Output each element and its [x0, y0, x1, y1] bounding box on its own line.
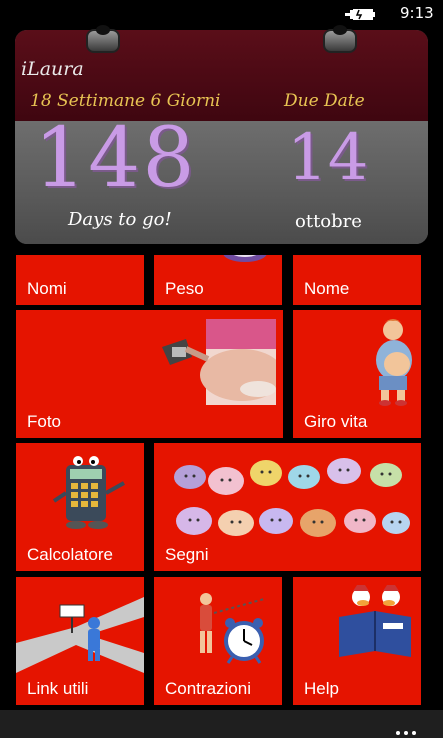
app-bar: [0, 710, 443, 738]
scale-icon: [223, 255, 267, 262]
tile-link-utili[interactable]: Link utili: [16, 577, 144, 705]
tile-segni[interactable]: Segni: [154, 443, 421, 571]
tile-label: Segni: [165, 545, 209, 564]
pregnant-woman-cartoon-icon: [376, 319, 412, 406]
due-date-label: Due Date: [284, 91, 365, 111]
tile-nomi[interactable]: Nomi: [16, 255, 144, 305]
crossroads-signpost-icon: [16, 597, 144, 673]
calculator-cartoon-icon: [52, 456, 125, 529]
tile-label: Contrazioni: [165, 679, 251, 698]
tile-foto[interactable]: Foto: [16, 310, 283, 438]
tile-label: Foto: [27, 412, 62, 431]
due-date-month: ottobre: [295, 211, 362, 232]
status-clock: 9:13: [400, 4, 434, 22]
tile-label: Nomi: [27, 279, 67, 298]
tile-label: Nome: [304, 279, 350, 298]
tile-label: Link utili: [27, 679, 89, 698]
pregnant-belly-photo-icon: [162, 319, 276, 405]
days-remaining-caption: Days to go!: [68, 209, 172, 230]
status-bar: 9:13: [0, 0, 443, 28]
tile-contrazioni[interactable]: Contrazioni: [154, 577, 282, 705]
tile-nome[interactable]: Nome: [293, 255, 421, 305]
tile-label: Giro vita: [304, 412, 368, 431]
tile-label: Calcolatore: [27, 545, 113, 564]
battery-charging-icon: [345, 9, 375, 20]
app-title: iLaura: [21, 58, 84, 80]
due-date-day: 14: [287, 121, 369, 195]
calendar-ring-icon: [86, 25, 120, 53]
tile-calcolatore[interactable]: Calcolatore: [16, 443, 144, 571]
zodiac-signs-icon: [174, 458, 410, 537]
manual-book-cartoon-icon: [339, 585, 411, 657]
calendar-ring-icon: [323, 25, 357, 53]
pregnancy-weeks-label: 18 Settimane 6 Giorni: [30, 91, 221, 111]
tile-label: Help: [304, 679, 339, 698]
tile-peso[interactable]: Peso: [154, 255, 282, 305]
tile-giro-vita[interactable]: Giro vita: [293, 310, 421, 438]
alarm-clock-cartoon-icon: [200, 593, 265, 664]
tile-help[interactable]: Help: [293, 577, 421, 705]
days-remaining-count: 148: [34, 111, 197, 206]
ellipsis-icon[interactable]: [396, 720, 422, 735]
tile-label: Peso: [165, 279, 204, 298]
